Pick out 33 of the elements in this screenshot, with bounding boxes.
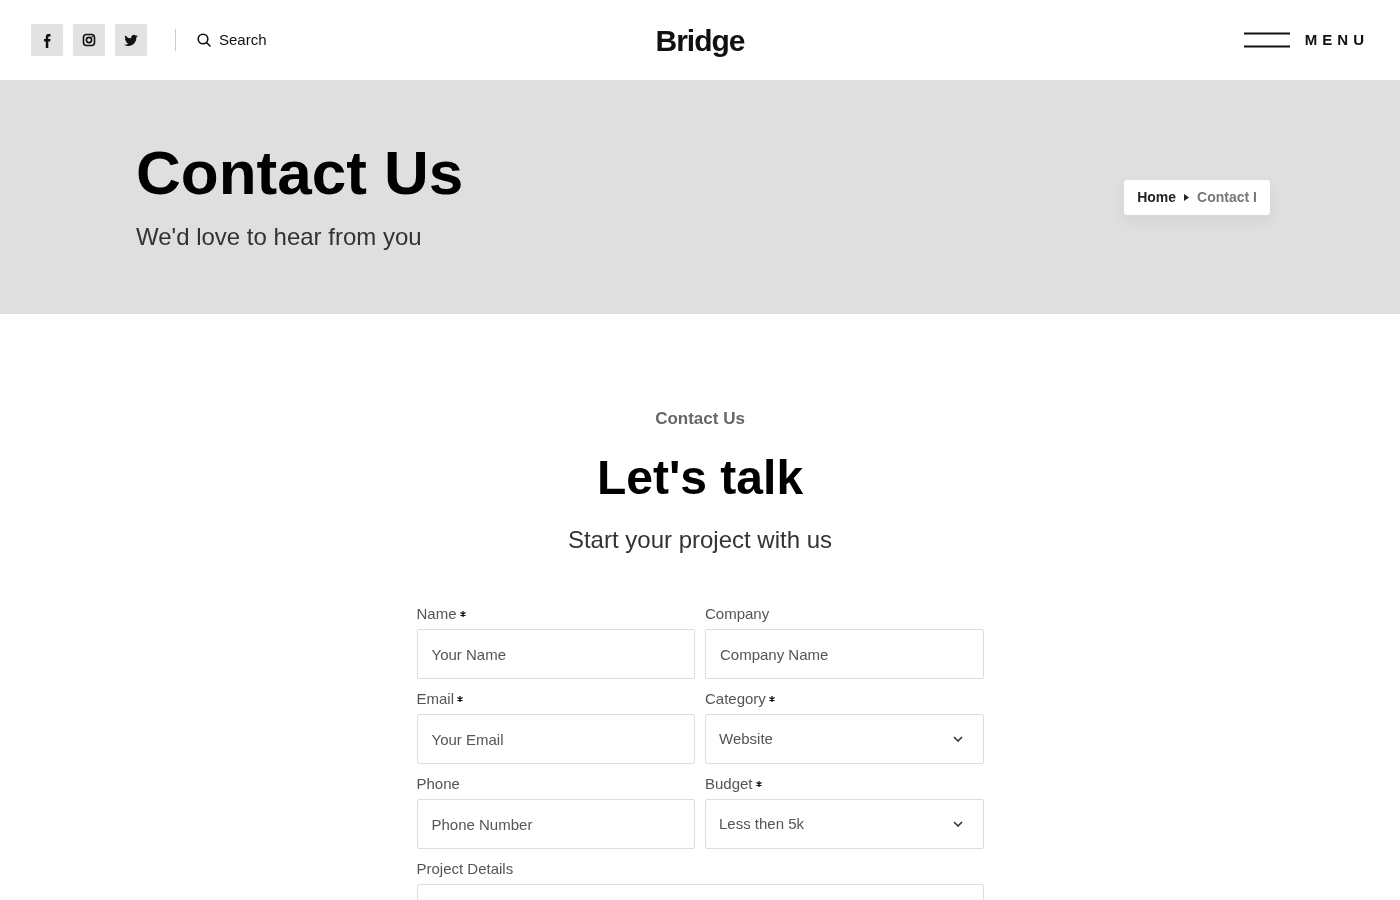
social-link[interactable] [115,24,147,56]
section-heading: Let's talk [595,451,805,505]
field-label: Budget [705,775,753,794]
chevron-icon [1184,193,1190,201]
social-link[interactable] [73,24,105,56]
chevron-down-icon [952,821,963,828]
field-label: Category [705,690,766,709]
input-field[interactable]: Your Name [416,629,695,680]
search-button[interactable]: Search [197,28,267,52]
logo[interactable]: Bridge [655,17,745,63]
menu-icon [1243,32,1290,48]
chevron-down-icon [952,736,963,743]
page-title: Contact Us [136,138,464,208]
page-subtitle: We'd love to hear from you [136,222,423,253]
breadcrumb-link[interactable]: Contact I [1197,186,1257,208]
instagram-icon [81,32,97,48]
social-link[interactable] [31,24,63,56]
section-subheading: Start your project with us [566,525,834,556]
input-field[interactable]: Company Name [705,629,984,680]
field-label: Project Details [416,860,514,879]
select-field[interactable]: Less then 5k [705,799,984,850]
menu-button[interactable]: MENU [1243,28,1369,52]
select-field[interactable]: Website [705,714,984,765]
input-field[interactable]: Phone Number [416,799,695,850]
bird-icon [123,32,139,48]
input-field[interactable]: Your Email [416,714,695,765]
field-label: Name [416,605,457,624]
search-icon [197,33,211,47]
field-label: Phone [416,775,460,794]
section-eyebrow: Contact Us [654,408,746,430]
field-label: Email [416,690,454,709]
breadcrumb-link[interactable]: Home [1137,186,1177,208]
field-label: Company [705,605,770,624]
